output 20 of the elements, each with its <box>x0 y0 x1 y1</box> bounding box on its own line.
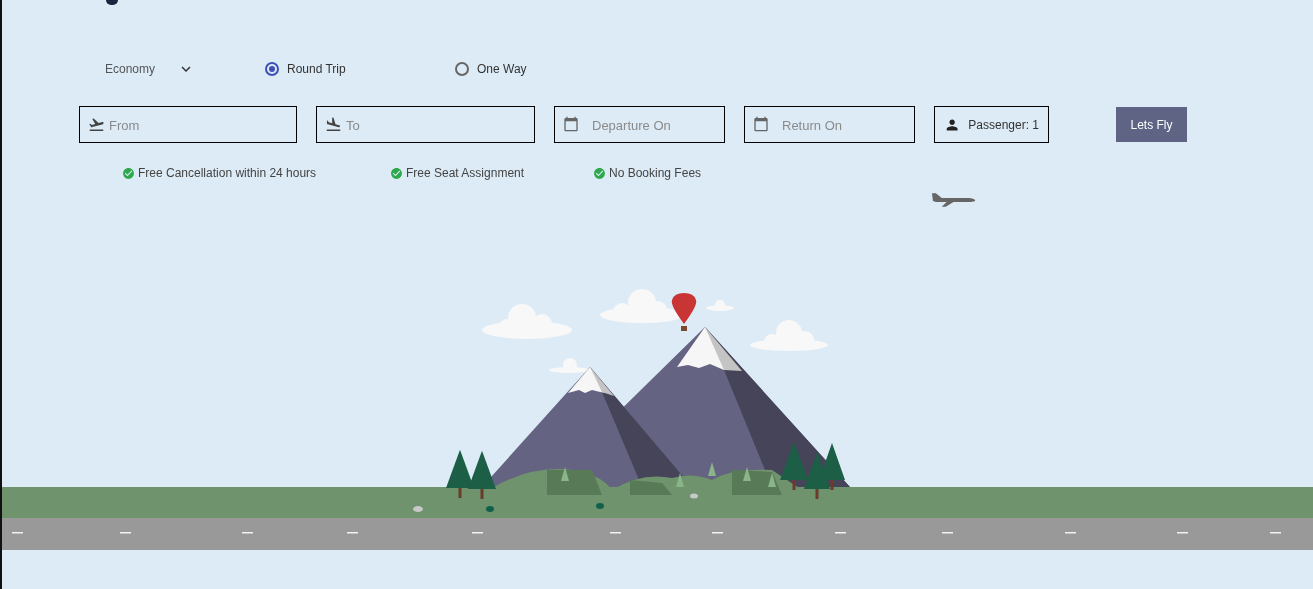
logo-icon[interactable] <box>106 0 118 5</box>
trip-type-radio[interactable]: Round Trip <box>265 60 455 78</box>
calendar-icon <box>753 116 769 132</box>
landing-icon <box>325 116 342 133</box>
feature-text: No Booking Fees <box>609 165 702 182</box>
input-field[interactable]: Return On <box>744 106 915 143</box>
radio-button[interactable] <box>265 62 279 76</box>
trip-type-radio[interactable]: One Way <box>455 60 575 78</box>
feature-text: Free Cancellation within 24 hours <box>138 165 317 182</box>
takeoff-icon <box>88 116 105 133</box>
radio-button[interactable] <box>455 62 469 76</box>
airplane-icon <box>930 192 977 208</box>
input-field[interactable]: From <box>79 106 297 143</box>
search-button[interactable]: Lets Fly <box>1116 107 1187 142</box>
passenger-selector[interactable]: Passenger: 1 <box>934 106 1049 143</box>
input-field[interactable]: To <box>316 106 535 143</box>
input-field[interactable]: Departure On <box>554 106 725 143</box>
cabin-dropdown[interactable]: Economy <box>105 60 265 78</box>
calendar-icon <box>563 116 579 132</box>
feature-text: Free Seat Assignment <box>406 165 525 182</box>
